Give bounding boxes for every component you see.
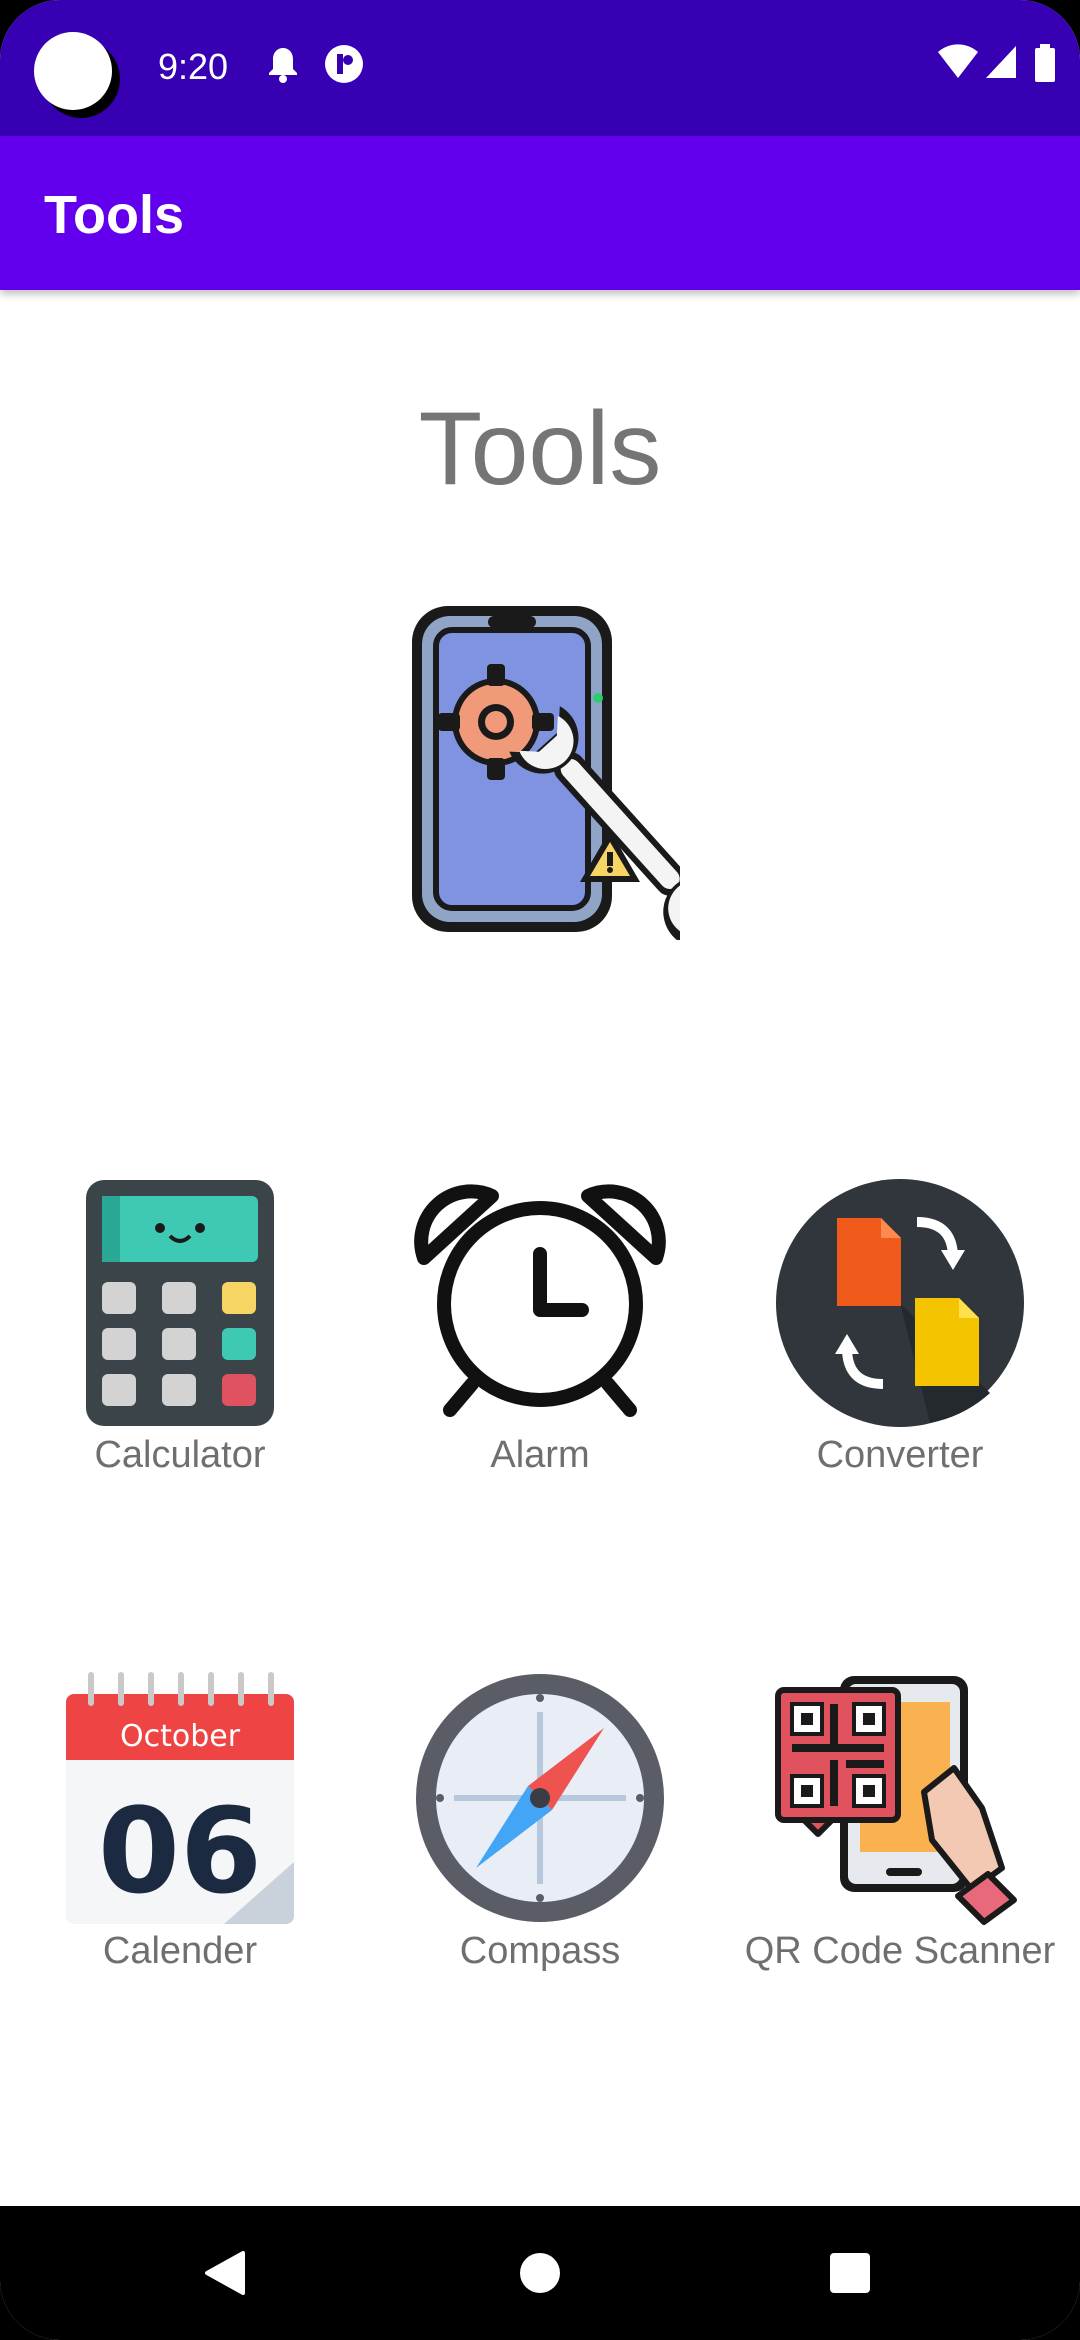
tool-label-calender: Calender — [102, 1930, 258, 1972]
tool-label-compass: Compass — [459, 1930, 621, 1972]
wifi-icon — [938, 44, 978, 85]
status-time: 9:20 — [158, 46, 229, 87]
tool-compass[interactable]: Compass — [370, 1672, 710, 2032]
back-button[interactable] — [165, 2206, 285, 2340]
app-bar-title: Tools — [44, 185, 184, 245]
phone-tools-icon — [400, 600, 733, 944]
screen: 9:20 Tools Tools Calculator Alarm Conver… — [0, 0, 1080, 2340]
tool-calculator[interactable]: Calculator — [10, 1178, 350, 1538]
compass-icon — [414, 1672, 666, 1929]
calendar-month-text: October — [120, 1719, 241, 1754]
alarm-clock-icon — [410, 1178, 670, 1433]
camera-cutout — [34, 32, 112, 110]
navigation-bar — [0, 2206, 1080, 2340]
app-bar: Tools — [0, 136, 1080, 290]
tool-calender[interactable]: October 06 Calender — [10, 1672, 350, 2032]
tool-label-calculator: Calculator — [94, 1434, 266, 1476]
calendar-day-text: 06 — [98, 1782, 262, 1920]
home-circle-icon — [520, 2253, 560, 2293]
battery-icon — [1034, 44, 1056, 89]
recents-button[interactable] — [790, 2206, 910, 2340]
cell-signal-icon — [984, 44, 1018, 85]
file-converter-icon — [775, 1178, 1025, 1433]
tool-converter[interactable]: Converter — [730, 1178, 1070, 1538]
calculator-icon — [84, 1178, 276, 1433]
tool-label-converter: Converter — [816, 1434, 984, 1476]
back-triangle-icon — [205, 2251, 245, 2295]
tool-label-qr-code-scanner: QR Code Scanner — [744, 1930, 1056, 1972]
page-title: Tools — [418, 391, 662, 507]
tool-label-alarm: Alarm — [490, 1434, 590, 1476]
tool-alarm[interactable]: Alarm — [370, 1178, 710, 1538]
notification-bell-icon — [266, 44, 300, 89]
tool-qr-code-scanner[interactable]: QR Code Scanner — [730, 1672, 1070, 2032]
app-notification-icon — [324, 44, 364, 89]
calendar-icon: October 06 — [62, 1672, 298, 1933]
qr-scanner-icon — [774, 1672, 1026, 1933]
status-bar: 9:20 — [0, 0, 1080, 136]
recents-square-icon — [830, 2253, 870, 2293]
home-button[interactable] — [480, 2206, 600, 2340]
